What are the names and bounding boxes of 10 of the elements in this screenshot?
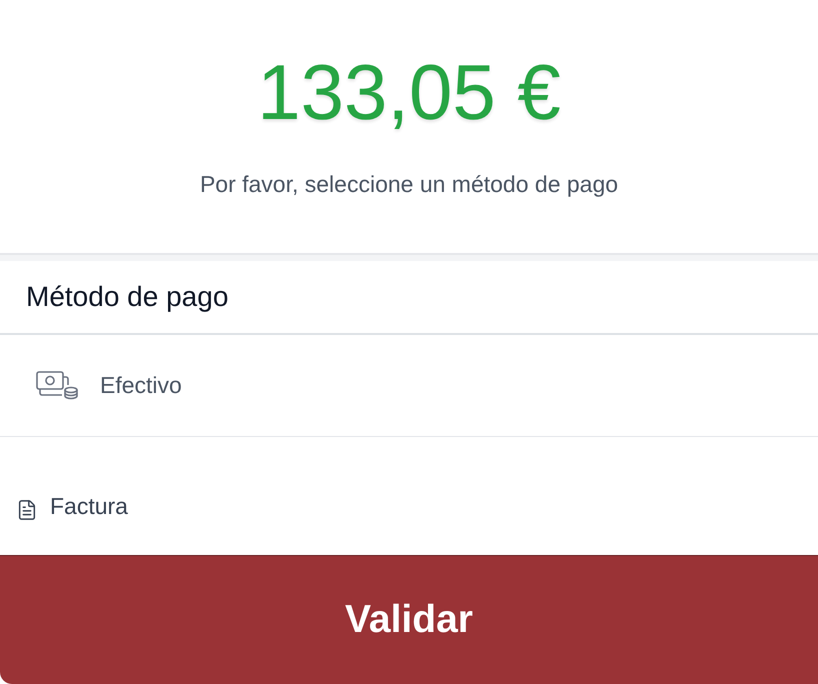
payment-method-label: Efectivo	[100, 371, 182, 400]
invoice-option[interactable]: Factura	[0, 437, 818, 555]
validate-button[interactable]: Validar	[0, 555, 818, 684]
total-amount: 133,05 €	[257, 47, 561, 138]
invoice-label: Factura	[50, 492, 128, 520]
section-title: Método de pago	[26, 280, 228, 314]
payment-prompt: Por favor, seleccione un método de pago	[200, 171, 618, 197]
payment-method-item[interactable]: Efectivo	[0, 335, 818, 437]
document-icon	[16, 499, 38, 521]
banknote-coins-icon	[36, 370, 78, 400]
